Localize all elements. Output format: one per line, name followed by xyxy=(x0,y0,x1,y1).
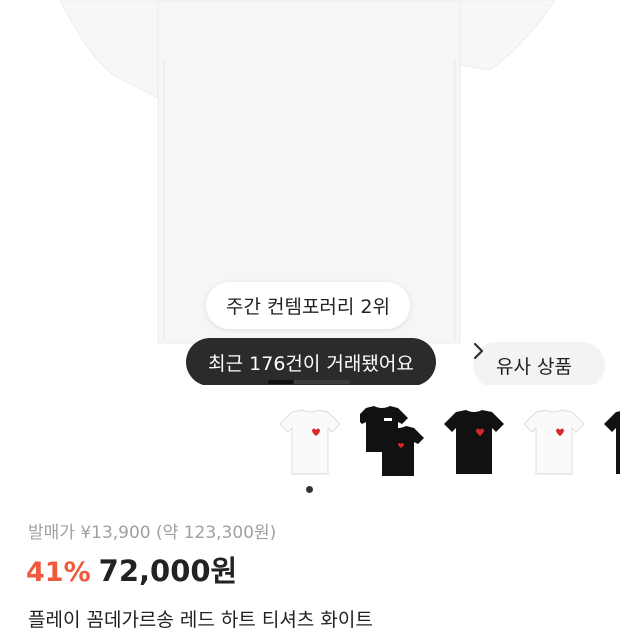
page-dot-indicator xyxy=(306,486,313,493)
similar-products-label: 유사 상품 xyxy=(496,355,572,378)
thumbnail-strip[interactable] xyxy=(278,404,620,484)
recent-trades-badge: 최근 176건이 거래됐어요 xyxy=(186,338,436,385)
product-title: 플레이 꼼데가르송 레드 하트 티셔츠 화이트 xyxy=(28,609,373,631)
discount-rate: 41% xyxy=(26,557,91,588)
weekly-rank-badge: 주간 컨템포러리 2위 xyxy=(206,282,410,329)
release-price: 발매가 ¥13,900 (약 123,300원) xyxy=(28,523,277,543)
thumbnail-white-tee-2[interactable] xyxy=(522,404,586,482)
thumbnail-white-tee[interactable] xyxy=(278,404,342,482)
image-scroll-indicator xyxy=(268,380,350,384)
similar-products-button[interactable]: 유사 상품 xyxy=(473,342,605,385)
current-price: 72,000원 xyxy=(98,554,238,588)
price-row: 41% 72,000원 xyxy=(26,548,237,590)
thumbnail-black-tee-partial[interactable] xyxy=(602,404,620,482)
product-image[interactable]: 주간 컨템포러리 2위 최근 176건이 거래됐어요 유사 상품 xyxy=(0,0,620,385)
thumbnail-black-tee[interactable] xyxy=(442,404,506,482)
thumbnail-black-tee-two-pack[interactable] xyxy=(356,404,424,482)
